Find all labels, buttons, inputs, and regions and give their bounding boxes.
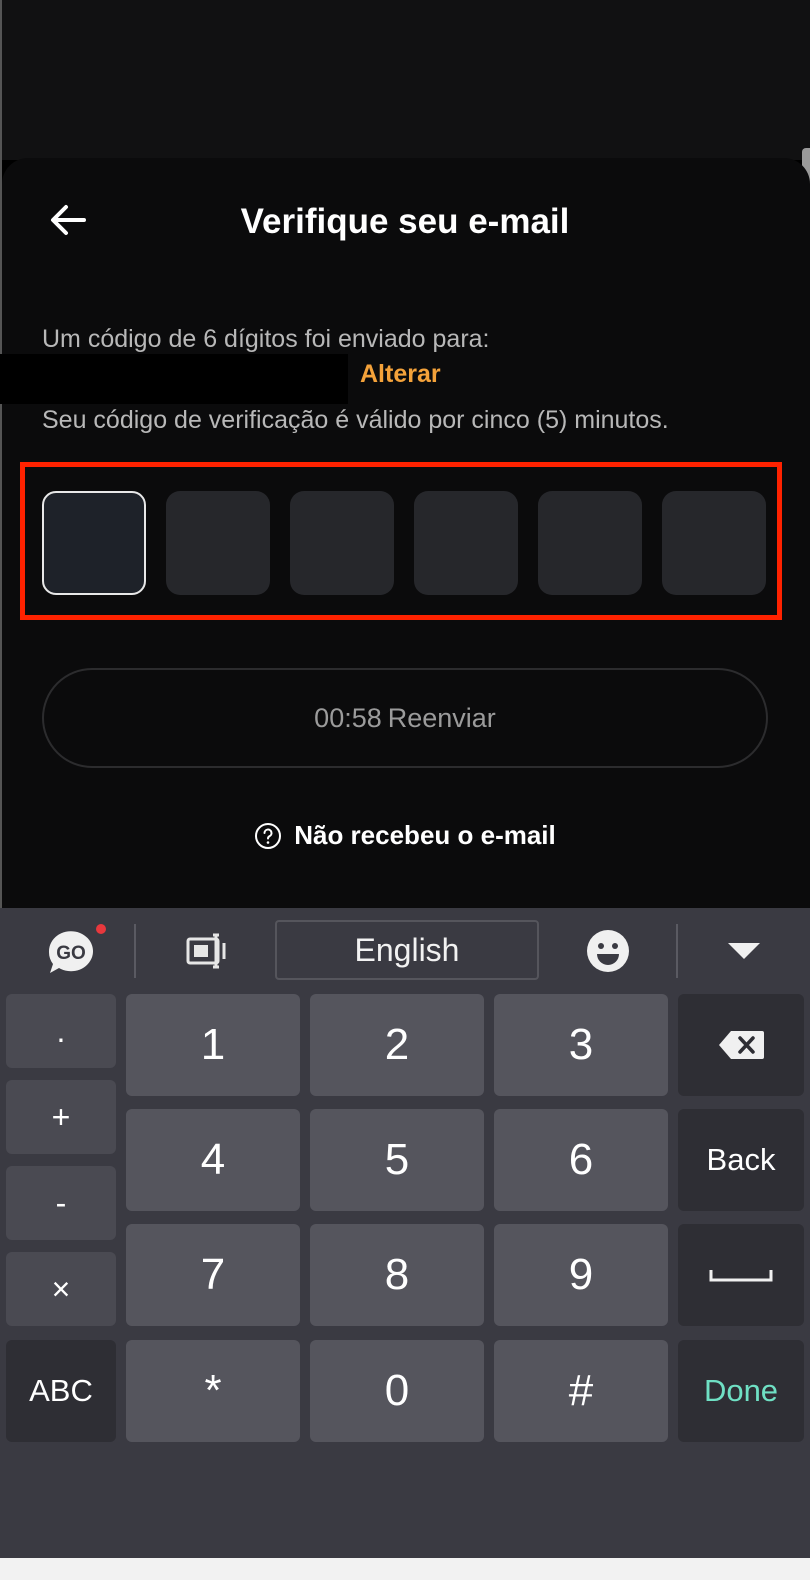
- key-3[interactable]: 3: [494, 994, 668, 1096]
- key-8[interactable]: 8: [310, 1224, 484, 1326]
- help-text: Não recebeu o e-mail: [294, 820, 556, 850]
- key-asterisk[interactable]: *: [126, 1340, 300, 1442]
- key-plus[interactable]: +: [6, 1080, 116, 1154]
- key-minus[interactable]: -: [6, 1166, 116, 1240]
- redacted-email: [0, 354, 348, 404]
- go-keyboard-icon: GO: [48, 924, 106, 973]
- key-4[interactable]: 4: [126, 1109, 300, 1211]
- layout-button[interactable]: [180, 920, 236, 982]
- emoji-icon: [587, 930, 629, 972]
- code-digit-4[interactable]: [414, 491, 518, 595]
- key-2[interactable]: 2: [310, 994, 484, 1096]
- code-digit-1[interactable]: [42, 491, 146, 595]
- dimmed-background: [0, 0, 810, 160]
- backspace-key[interactable]: [678, 994, 804, 1096]
- key-abc[interactable]: ABC: [6, 1340, 116, 1442]
- code-digit-3[interactable]: [290, 491, 394, 595]
- resend-timer: 00:58: [314, 702, 382, 733]
- code-digit-6[interactable]: [662, 491, 766, 595]
- bottom-bar: [0, 1558, 810, 1580]
- key-9[interactable]: 9: [494, 1224, 668, 1326]
- space-icon: [709, 1270, 773, 1282]
- code-digit-2[interactable]: [166, 491, 270, 595]
- space-key[interactable]: [678, 1224, 804, 1326]
- validity-text: Seu código de verificação é válido por c…: [42, 406, 669, 434]
- layout-icon: [186, 933, 226, 969]
- go-keyboard-button[interactable]: GO: [40, 920, 110, 982]
- back-key[interactable]: Back: [678, 1109, 804, 1211]
- toolbar-divider: [134, 924, 136, 978]
- key-7[interactable]: 7: [126, 1224, 300, 1326]
- change-email-link[interactable]: Alterar: [360, 360, 441, 389]
- question-circle-icon: [255, 822, 282, 849]
- code-digit-5[interactable]: [538, 491, 642, 595]
- backspace-icon: [719, 1031, 764, 1059]
- page-title: Verifique seu e-mail: [240, 202, 570, 241]
- key-0[interactable]: 0: [310, 1340, 484, 1442]
- toolbar-divider: [676, 924, 678, 978]
- emoji-button[interactable]: [580, 920, 636, 982]
- key-multiply[interactable]: ×: [6, 1252, 116, 1326]
- done-key[interactable]: Done: [678, 1340, 804, 1442]
- key-dot[interactable]: .: [6, 994, 116, 1068]
- collapse-icon: [728, 943, 760, 959]
- key-5[interactable]: 5: [310, 1109, 484, 1211]
- resend-label: Reenviar: [387, 702, 496, 733]
- key-1[interactable]: 1: [126, 994, 300, 1096]
- language-selector[interactable]: English: [275, 920, 539, 980]
- key-hash[interactable]: #: [494, 1340, 668, 1442]
- key-6[interactable]: 6: [494, 1109, 668, 1211]
- keyboard-toolbar: GO English: [0, 908, 810, 994]
- svg-text:GO: GO: [56, 943, 86, 964]
- sent-to-text: Um código de 6 dígitos foi enviado para:: [42, 325, 490, 353]
- resend-button[interactable]: 00:58 Reenviar: [42, 668, 768, 768]
- help-link[interactable]: Não recebeu o e-mail: [0, 820, 810, 851]
- collapse-keyboard-button[interactable]: [716, 920, 772, 982]
